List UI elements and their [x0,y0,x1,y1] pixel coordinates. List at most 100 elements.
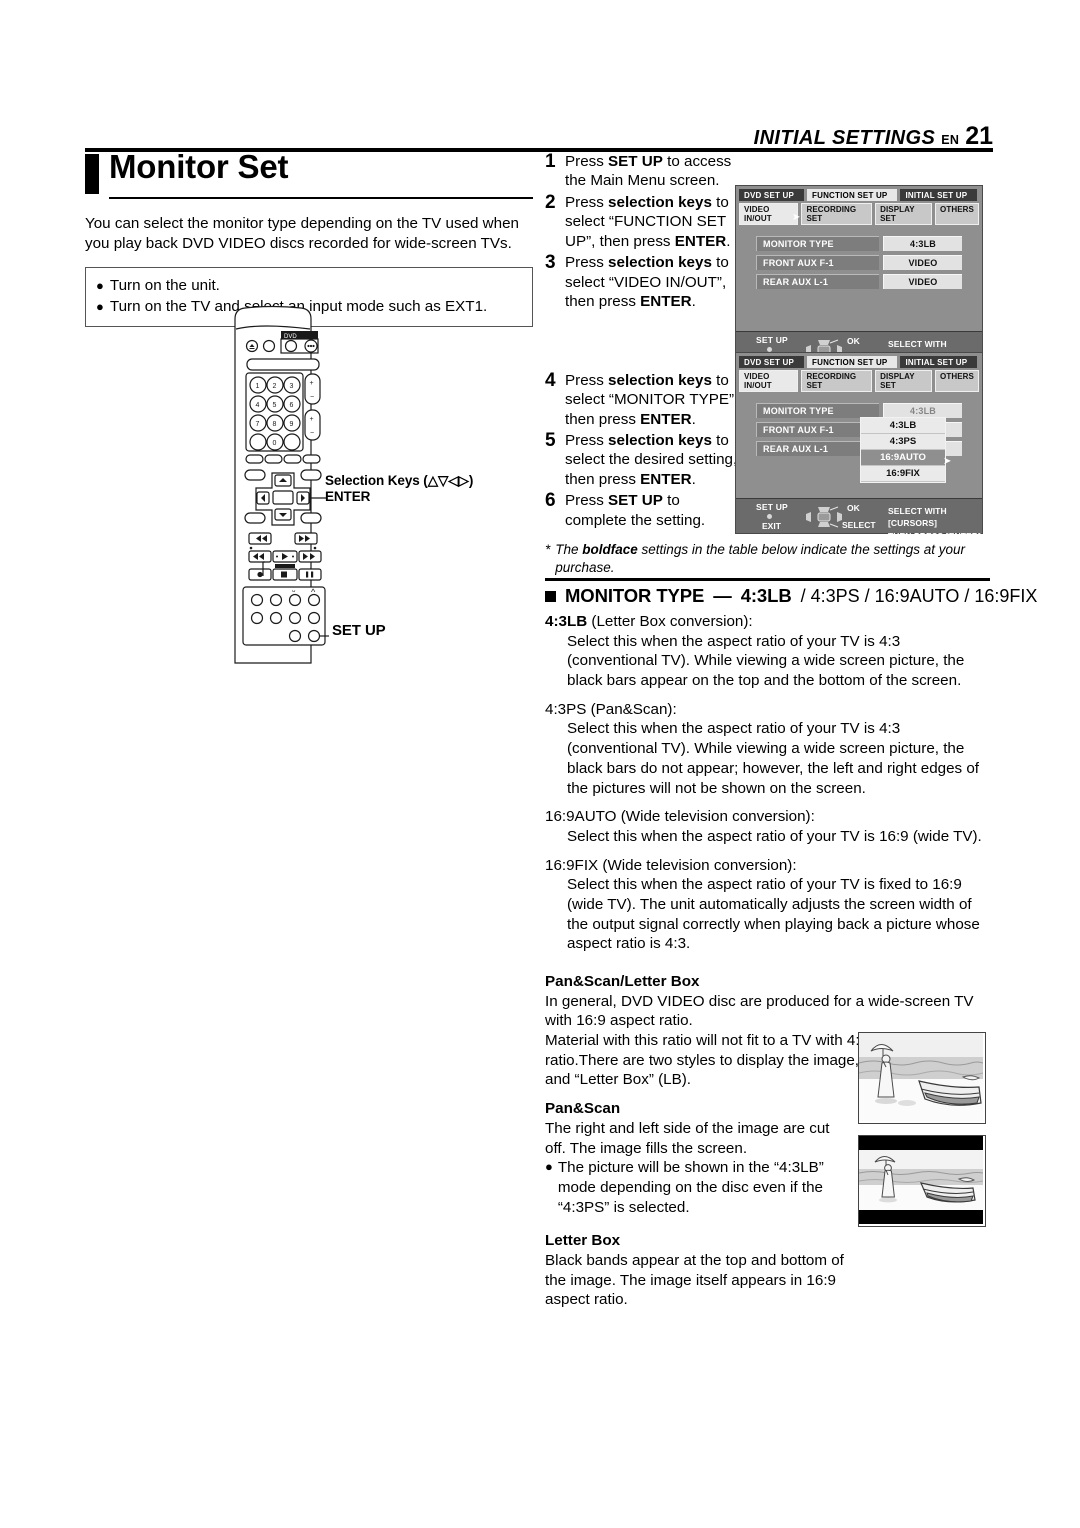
definition-term: 4:3PS (Pan&Scan): [545,700,677,718]
svg-text:8: 8 [273,421,277,428]
tab-dvd-set-up[interactable]: DVD SET UP [739,356,805,368]
footer-help-message: SELECT WITH [CURSORS] THEN PRESS [ENTER] [888,505,982,542]
definition-4-3ps: 4:3PS (Pan&Scan): Select this when the a… [545,700,993,798]
monitor-type-section-heading: MONITOR TYPE — 4:3LB / 4:3PS / 16:9AUTO … [545,585,1037,607]
setting-row-rear-aux[interactable]: REAR AUX L-1 VIDEO [756,274,962,289]
header-section-title: INITIAL SETTINGS [753,127,936,149]
list-item: ● Turn on the unit. [96,276,522,297]
dropdown-option-16-9fix[interactable]: 16:9FIX [861,466,945,482]
help-line-1: SELECT WITH [CURSORS] [888,506,947,529]
svg-text:1: 1 [256,383,260,390]
procedure-steps: 1 Press SET UP to access the Main Menu s… [545,151,745,532]
subtab-video-in-out[interactable]: VIDEO IN/OUT [739,370,799,392]
dropdown-option-4-3lb[interactable]: 4:3LB [861,418,945,434]
svg-text:ᵕ: ᵕ [292,586,296,596]
subtab-display-set[interactable]: DISPLAY SET [875,203,933,225]
subtab-others[interactable]: OTHERS [935,203,979,225]
osd-settings-list: MONITOR TYPE 4:3LB FRONT AUX F-1 VIDEO R… [736,395,982,498]
bullet-icon: ● [545,1159,553,1175]
panscan-paragraph: The right and left side of the image are… [545,1119,830,1157]
footer-setup-label: SET UP [756,502,788,512]
header-language-code: EN [941,133,960,147]
definition-term: 16:9FIX (Wide television conversion): [545,856,797,874]
title-underline [109,197,533,199]
osd-settings-list: MONITOR TYPE 4:3LB FRONT AUX F-1 VIDEO R… [736,228,982,331]
svg-text:0: 0 [273,440,277,447]
page-title: Monitor Set [109,148,289,185]
tab-dvd-set-up[interactable]: DVD SET UP [739,189,805,201]
definition-16-9fix: 16:9FIX (Wide television conversion): Se… [545,856,993,954]
setting-value[interactable]: VIDEO [883,255,962,270]
letterbox-scene-svg [859,1136,984,1224]
letterbox-illustration [858,1135,986,1227]
bullet-icon: ● [96,298,104,314]
cursor-pointer-icon: ➤ [792,212,801,223]
setting-row-front-aux[interactable]: FRONT AUX F-1 VIDEO [756,255,962,270]
subtab-recording-set[interactable]: RECORDING SET [801,203,873,225]
dropdown-option-4-3ps[interactable]: 4:3PS [861,434,945,450]
setting-row-monitor-type[interactable]: MONITOR TYPE 4:3LB [756,236,962,251]
setting-row-monitor-type[interactable]: MONITOR TYPE 4:3LB [756,403,962,418]
step-3: 3 Press selection keys to select “VIDEO … [545,252,745,311]
step-text: Press selection keys to select “VIDEO IN… [565,254,729,311]
step-text: Press SET UP to access the Main Menu scr… [565,153,732,190]
setup-key-callout: SET UP [332,622,386,639]
step-text: Press selection keys to select “FUNCTION… [565,193,731,250]
section-divider [545,578,990,581]
subtab-recording-set[interactable]: RECORDING SET [801,370,873,392]
footnote-pre: The [555,542,583,557]
tab-initial-set-up[interactable]: INITIAL SET UP [900,189,978,201]
step-text: Press selection keys to select the desir… [565,431,738,488]
footnote-text: The boldface settings in the table below… [555,541,990,576]
step-text: Press SET UP to complete the setting. [565,492,706,529]
definition-term: 4:3LB (Letter Box conversion): [545,612,993,632]
definition-body: Select this when the aspect ratio of you… [567,632,965,690]
osd-subtab-bar: VIDEO IN/OUT RECORDING SET DISPLAY SET O… [736,368,982,395]
definition-16-9auto: 16:9AUTO (Wide television conversion): S… [545,807,993,846]
svg-text:4: 4 [256,402,260,409]
dropdown-option-16-9auto[interactable]: 16:9AUTO [861,450,945,466]
left-column: Monitor Set You can select the monitor t… [85,148,533,328]
tab-function-set-up[interactable]: FUNCTION SET UP [807,189,898,201]
osd-screenshot-monitor-type-dropdown: DVD SET UP FUNCTION SET UP INITIAL SET U… [735,352,983,541]
setting-label: MONITOR TYPE [756,403,879,418]
svg-text:2: 2 [273,383,277,390]
subtab-display-set[interactable]: DISPLAY SET [875,370,933,392]
panscan-block: Pan&Scan The right and left side of the … [545,1099,845,1217]
svg-text:+: + [310,380,314,387]
prerequisite-text: Turn on the unit. [109,277,220,295]
footer-setup-label: SET UP [756,335,788,345]
step-5: 5 Press selection keys to select the des… [545,430,745,489]
letterbox-heading: Letter Box [545,1232,621,1250]
tab-function-set-up[interactable]: FUNCTION SET UP [807,356,898,368]
panscan-heading: Pan&Scan [545,1100,621,1118]
cursor-pointer-icon: ➤ [943,456,952,467]
bullet-icon: ● [96,278,104,294]
step-1: 1 Press SET UP to access the Main Menu s… [545,151,745,191]
definition-term: 16:9AUTO (Wide television conversion): [545,808,815,826]
osd-footer-help-bar: SET UP EXIT OK SELECT SELECT WITH [CURSO… [736,498,982,541]
footer-dot-icon [767,514,772,519]
monitor-type-dropdown[interactable]: 4:3LB 4:3PS 16:9AUTO 16:9FIX ➤ [860,417,951,483]
section-default-value: 4:3LB [740,585,792,606]
tab-initial-set-up[interactable]: INITIAL SET UP [900,356,978,368]
panscan-bullet-item: ● The picture will be shown in the “4:3L… [545,1158,845,1217]
section-dash: — [713,585,732,606]
square-bullet-icon [545,590,556,602]
footnote-bold: boldface [582,542,638,557]
panscan-letterbox-para-1: In general, DVD VIDEO disc are produced … [545,992,974,1030]
step-text: Press selection keys to select “MONITOR … [565,371,739,428]
step-4: 4 Press selection keys to select “MONITO… [545,370,745,429]
subtab-others[interactable]: OTHERS [935,370,979,392]
term-bold: 4:3LB [545,613,588,630]
panscan-letterbox-heading: Pan&Scan/Letter Box [545,973,700,990]
setting-value[interactable]: 4:3LB [883,403,962,418]
step-6: 6 Press SET UP to complete the setting. [545,491,745,530]
svg-text:−: − [310,394,314,401]
panscan-bullet-text: The picture will be shown in the “4:3LB”… [557,1159,824,1216]
subtab-video-in-out[interactable]: VIDEO IN/OUT [739,203,799,225]
svg-text:5: 5 [273,402,277,409]
selection-keys-callout: Selection Keys (△▽◁▷) ENTER [325,473,473,505]
setting-value[interactable]: 4:3LB [883,236,962,251]
setting-value[interactable]: VIDEO [883,274,962,289]
